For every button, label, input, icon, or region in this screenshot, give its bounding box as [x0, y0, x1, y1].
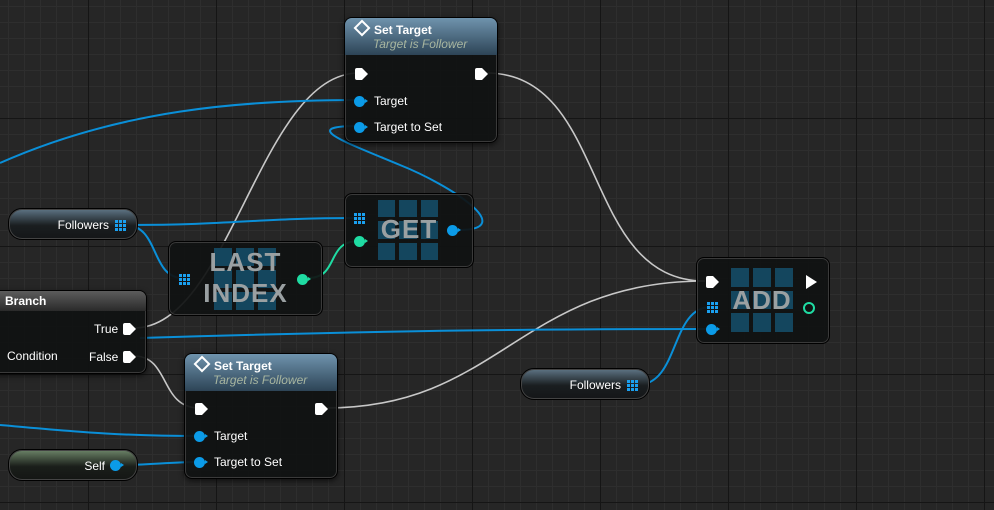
target-pin-label: Target	[374, 94, 408, 108]
node-title: GET	[380, 214, 438, 244]
condition-pin-label: Condition	[7, 349, 58, 363]
title-line-2: INDEX	[203, 278, 288, 308]
object-wire-target-bottom	[0, 424, 200, 437]
followers-variable-node-right[interactable]: Followers	[520, 368, 650, 400]
target-pin[interactable]	[354, 96, 368, 107]
object-wire-target-top	[0, 99, 360, 164]
node-subtitle: Target is Follower	[213, 373, 308, 387]
function-icon	[353, 19, 371, 37]
array-in-pin[interactable]	[354, 213, 365, 224]
node-title: Set Target	[374, 23, 432, 37]
last-index-out-pin[interactable]	[297, 274, 311, 285]
index-in-pin[interactable]	[354, 236, 368, 247]
array-in-pin[interactable]	[179, 274, 190, 285]
target-pin[interactable]	[194, 431, 208, 442]
target-to-set-label: Target to Set	[374, 120, 443, 134]
self-label: Self	[84, 459, 105, 473]
add-node[interactable]: ADD	[696, 257, 830, 344]
last-index-node[interactable]: LAST INDEX	[168, 241, 323, 316]
target-to-set-pin[interactable]	[194, 457, 208, 468]
target-to-set-label: Target to Set	[214, 455, 283, 469]
node-header: Set Target Target is Follower	[185, 354, 337, 391]
self-out-pin[interactable]	[110, 460, 124, 471]
node-title: ADD	[732, 285, 792, 315]
node-title: LAST INDEX	[189, 247, 302, 309]
node-title: Branch	[0, 291, 146, 311]
array-wire-followers-to-get	[124, 217, 360, 226]
node-title: Set Target	[214, 359, 272, 373]
index-out-pin[interactable]	[803, 302, 815, 314]
set-target-node-top[interactable]: Set Target Target is Follower Target Tar…	[344, 17, 498, 143]
array-in-pin[interactable]	[707, 302, 718, 313]
array-out-pin[interactable]	[115, 220, 126, 231]
get-node[interactable]: GET	[344, 193, 474, 268]
variable-label: Followers	[57, 218, 109, 232]
item-out-pin[interactable]	[447, 225, 461, 236]
self-node[interactable]: Self	[8, 449, 138, 481]
node-subtitle: Target is Follower	[373, 37, 468, 51]
target-to-set-pin[interactable]	[354, 122, 368, 133]
variable-label: Followers	[569, 378, 621, 392]
exec-out-pin[interactable]	[806, 275, 817, 289]
branch-node[interactable]: Branch True Condition False	[0, 290, 147, 374]
true-pin-label: True	[94, 322, 119, 336]
item-in-pin[interactable]	[706, 324, 720, 335]
title-line-1: LAST	[209, 247, 282, 277]
int-wire-to-add	[139, 328, 712, 339]
exec-wire-set-target-to-add	[485, 72, 706, 282]
function-icon	[193, 355, 211, 373]
node-header: Set Target Target is Follower	[345, 18, 497, 55]
target-pin-label: Target	[214, 429, 248, 443]
array-out-pin[interactable]	[627, 380, 638, 391]
set-target-node-bottom[interactable]: Set Target Target is Follower Target Tar…	[184, 353, 338, 479]
followers-variable-node[interactable]: Followers	[8, 208, 138, 240]
false-pin-label: False	[89, 350, 119, 364]
